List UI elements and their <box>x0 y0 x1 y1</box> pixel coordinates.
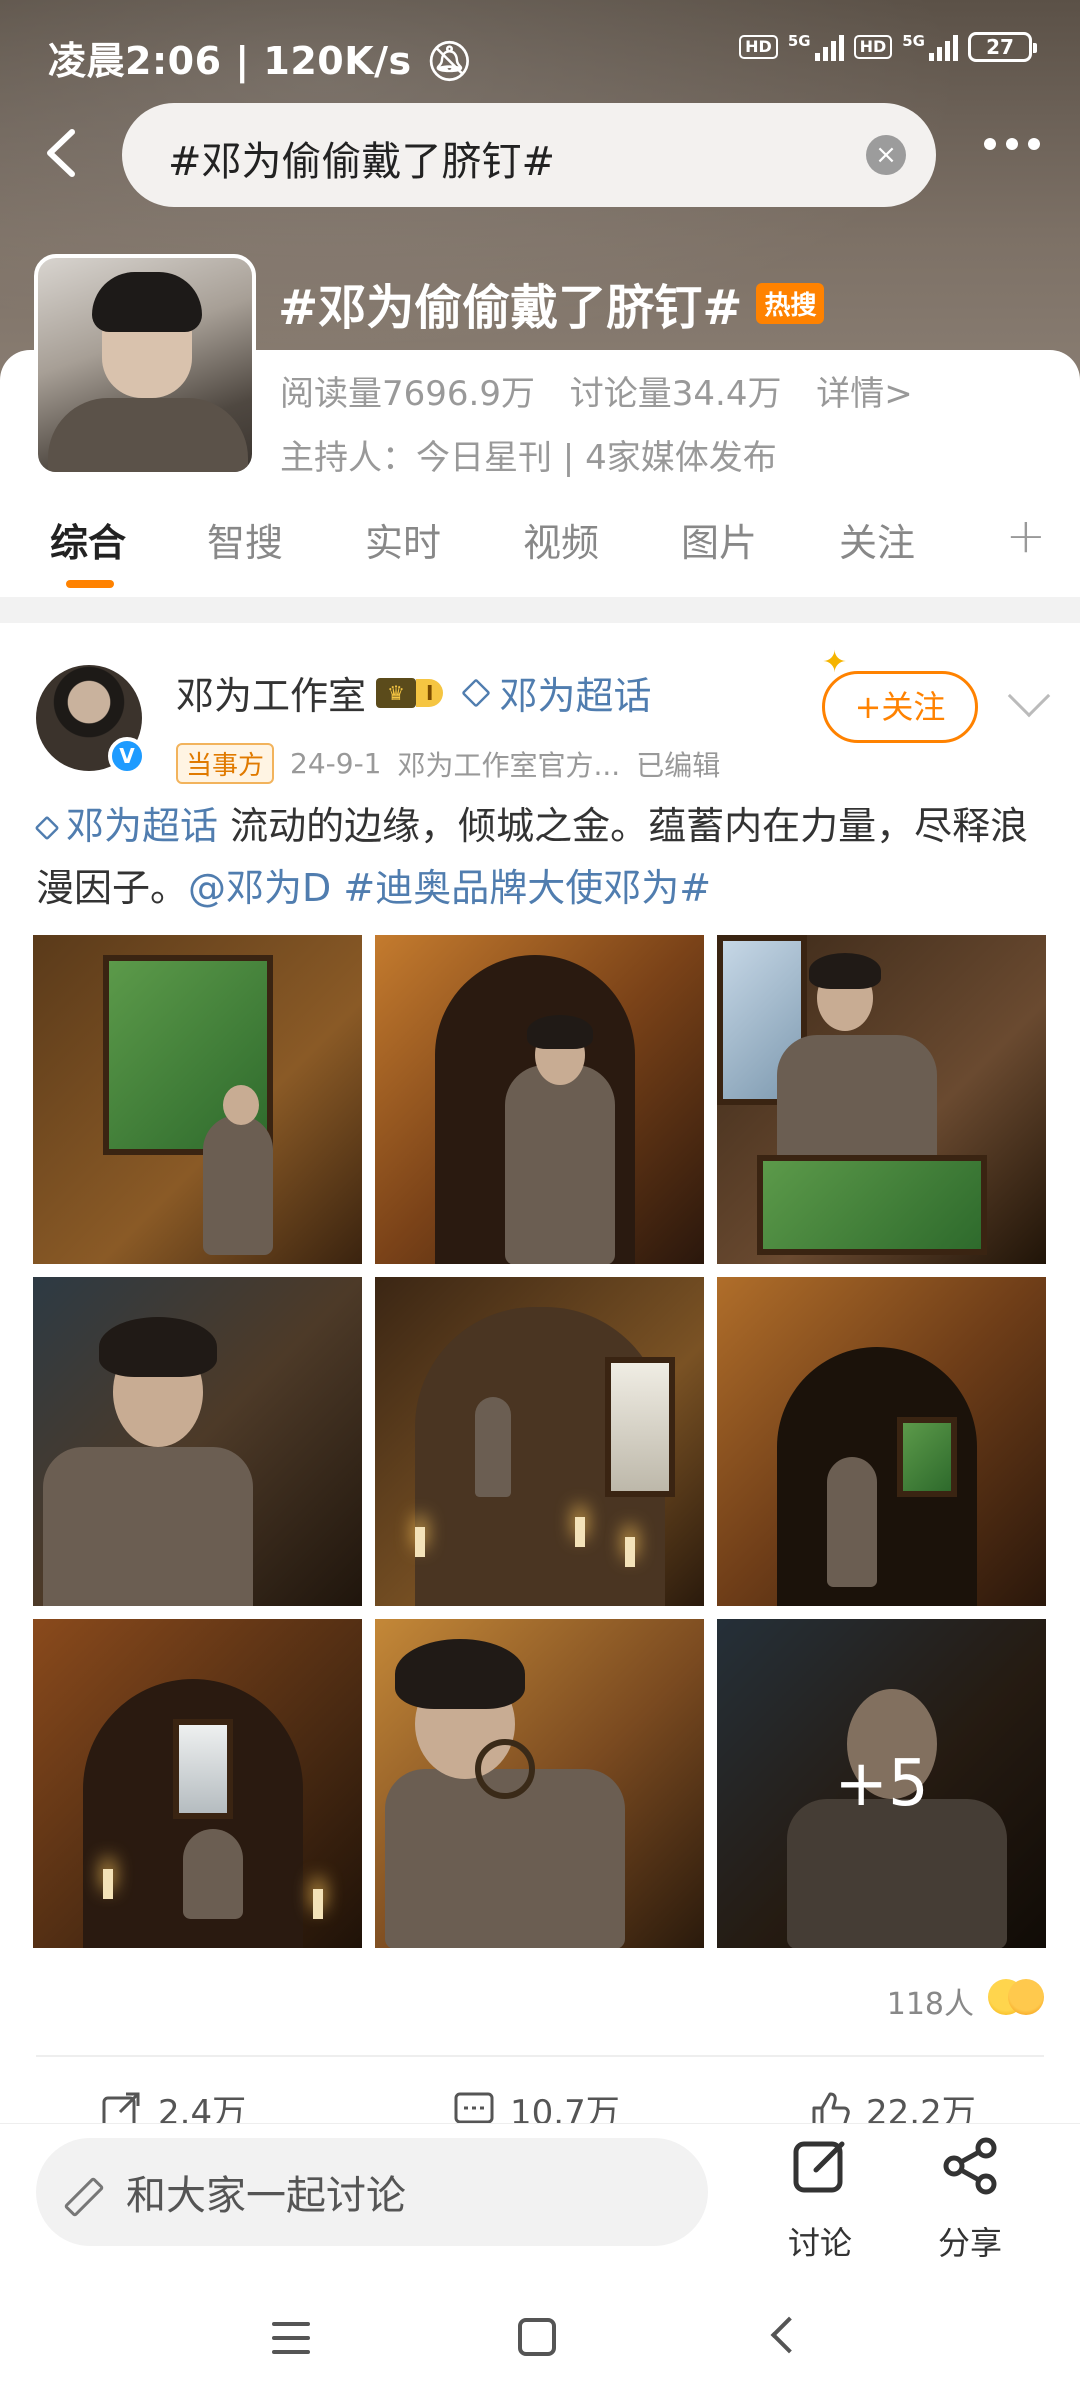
read-count: 阅读量7696.9万 <box>280 374 535 414</box>
follow-button[interactable]: +关注 <box>822 671 978 743</box>
clear-search-button[interactable]: × <box>866 135 906 175</box>
more-photos-overlay[interactable]: +5 <box>717 1619 1046 1948</box>
photo-grid: +5 <box>33 935 1047 1949</box>
tab-smart-search[interactable]: 智搜 <box>207 512 283 567</box>
photo-8[interactable] <box>375 1619 704 1948</box>
discuss-label: 讨论 <box>787 2224 852 2262</box>
photo-9[interactable]: +5 <box>717 1619 1046 1948</box>
mention-link[interactable]: @邓为D <box>188 866 331 910</box>
share-icon <box>943 2137 997 2195</box>
add-tab-icon[interactable]: + <box>1006 508 1046 564</box>
party-tag: 当事方 <box>176 743 275 784</box>
details-link[interactable]: 详情> <box>816 374 913 414</box>
tab-pictures[interactable]: 图片 <box>681 512 757 567</box>
super-topic-link[interactable]: 邓为超话 <box>461 665 652 720</box>
topic-stats: 阅读量7696.9万 讨论量34.4万 详情> <box>280 366 937 415</box>
back-nav-icon[interactable] <box>770 2316 808 2354</box>
likers-count: 118人 <box>886 1987 974 2022</box>
photo-4[interactable] <box>33 1277 362 1606</box>
share-button[interactable]: 分享 <box>920 2136 1020 2264</box>
discussion-count: 讨论量34.4万 <box>569 374 782 414</box>
photo-6[interactable] <box>717 1277 1046 1606</box>
home-icon[interactable] <box>518 2318 556 2356</box>
post-super-topic-link[interactable]: 邓为超话 <box>34 804 218 848</box>
likers-emoji-icons <box>988 1979 1044 2023</box>
status-bar: 凌晨2:06 | 120K/s 🔕︎ HD 5G HD 5G 27 <box>0 0 1080 110</box>
photo-7[interactable] <box>33 1619 362 1948</box>
topic-title-text: #邓为偷偷戴了脐钉# <box>278 280 743 336</box>
status-speed: 120K/s <box>263 39 412 83</box>
hd-icon-2: HD <box>853 35 893 59</box>
tab-video[interactable]: 视频 <box>523 512 599 567</box>
photo-5[interactable] <box>375 1277 704 1606</box>
discussion-placeholder: 和大家一起讨论 <box>126 2173 406 2219</box>
topic-host: 主持人：今日星刊 | 4家媒体发布 <box>280 438 777 478</box>
edited-label: 已编辑 <box>636 748 721 782</box>
member-crown-icon: ♛ I <box>376 677 444 708</box>
status-icons: HD 5G HD 5G 27 <box>739 32 1037 62</box>
network-type: 5G <box>787 32 811 50</box>
verified-icon: V <box>108 737 146 775</box>
discuss-button[interactable]: 讨论 <box>770 2136 870 2264</box>
likers-row[interactable]: 118人 <box>887 1979 1044 2023</box>
search-input[interactable]: #邓为偷偷戴了脐钉# <box>168 129 555 187</box>
photo-3[interactable] <box>717 935 1046 1264</box>
search-bar[interactable]: #邓为偷偷戴了脐钉# × <box>122 103 936 207</box>
chevron-down-icon[interactable] <box>1007 674 1051 718</box>
back-button[interactable] <box>34 118 94 188</box>
back-arrow-icon <box>47 129 75 177</box>
status-time: 凌晨2:06 <box>48 39 222 83</box>
photo-2[interactable] <box>375 935 704 1264</box>
battery-level: 27 <box>986 35 1014 59</box>
magnifier-prop <box>475 1739 535 1799</box>
section-divider <box>0 597 1080 623</box>
battery-icon: 27 <box>968 32 1037 62</box>
status-time-and-speed: 凌晨2:06 | 120K/s 🔕︎ <box>48 39 475 83</box>
photo-1[interactable] <box>33 935 362 1264</box>
diamond-icon <box>34 815 60 841</box>
topic-cover-image[interactable] <box>34 254 256 476</box>
diamond-icon <box>461 677 492 708</box>
divider <box>36 2055 1044 2057</box>
super-topic-label: 邓为超话 <box>499 674 652 718</box>
post-meta: 当事方 24-9-1 邓为工作室官方... 已编辑 <box>176 743 720 784</box>
tab-realtime[interactable]: 实时 <box>365 512 441 567</box>
pencil-icon <box>68 2174 104 2210</box>
tab-following[interactable]: 关注 <box>839 512 915 567</box>
member-level: I <box>416 678 444 707</box>
bottom-bar: 和大家一起讨论 讨论 分享 <box>0 2123 1080 2280</box>
system-nav-bar <box>0 2280 1080 2400</box>
tab-comprehensive[interactable]: 综合 <box>50 512 126 567</box>
hd-icon: HD <box>739 35 778 59</box>
signal-icon-2 <box>929 33 958 61</box>
bell-mute-icon: 🔕︎ <box>425 39 475 83</box>
screen: 凌晨2:06 | 120K/s 🔕︎ HD 5G HD 5G 27 #邓为偷偷戴… <box>0 0 1080 2400</box>
hashtag-link[interactable]: #迪奥品牌大使邓为# <box>343 866 711 910</box>
signal-icon <box>814 33 844 61</box>
topic-tabs: 综合 智搜 实时 视频 图片 关注 + <box>0 500 1080 595</box>
recent-apps-icon[interactable] <box>272 2322 310 2354</box>
hot-search-badge: 热搜 <box>756 282 825 324</box>
network-type-2: 5G <box>902 32 925 50</box>
post-author-row: 邓为工作室 ♛ I 邓为超话 <box>176 665 651 720</box>
post-date: 24-9-1 <box>290 747 382 780</box>
discussion-input[interactable]: 和大家一起讨论 <box>36 2138 708 2246</box>
post-text: 邓为超话 流动的边缘，倾城之金。蕴蓄内在力量，尽释浪漫因子。@邓为D #迪奥品牌… <box>34 795 1046 919</box>
compose-icon <box>793 2141 845 2193</box>
post-source: 邓为工作室官方... <box>397 748 621 782</box>
active-tab-indicator <box>66 580 114 588</box>
kiss-emoji-icon <box>1008 1979 1044 2015</box>
share-label: 分享 <box>937 2224 1002 2262</box>
author-name[interactable]: 邓为工作室 <box>176 665 366 720</box>
more-photos-count: +5 <box>834 1746 929 1821</box>
more-options-button[interactable] <box>984 138 1040 150</box>
topic-title: #邓为偷偷戴了脐钉# 热搜 <box>278 268 825 338</box>
